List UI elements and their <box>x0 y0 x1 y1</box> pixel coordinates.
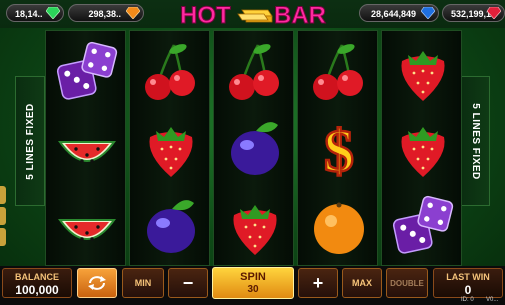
logo-word-2: BAR <box>274 2 326 28</box>
lines-fixed-right: 5 LINES FIXED <box>460 76 490 206</box>
jackpot-3-value: 28,644,849 <box>370 9 416 19</box>
side-tab[interactable] <box>0 228 6 246</box>
lines-fixed-right-label: 5 LINES FIXED <box>469 102 481 180</box>
reel-3 <box>213 30 294 266</box>
strawberry-icon <box>130 109 211 187</box>
balance-panel: BALANCE 100,000 <box>2 268 72 298</box>
max-bet-button[interactable]: MAX <box>342 268 382 298</box>
double-label: DOUBLE <box>390 278 424 288</box>
plus-icon: + <box>312 272 324 293</box>
side-tab[interactable] <box>0 207 6 225</box>
orange-icon <box>298 187 379 265</box>
last-win-value: 0 <box>464 283 472 297</box>
bet-value: 30 <box>247 284 259 295</box>
spin-label: SPIN <box>240 271 266 283</box>
ruby-gem-icon <box>487 7 501 19</box>
reel-5 <box>381 30 462 266</box>
minus-icon: − <box>182 272 194 293</box>
jackpot-2: 298,38.. <box>68 4 144 22</box>
emerald-gem-icon <box>46 7 60 19</box>
watermelon-icon <box>46 109 127 187</box>
dollar-icon: $ <box>298 109 379 187</box>
version-label: V0... <box>486 297 499 303</box>
balance-label: BALANCE <box>15 272 59 282</box>
refresh-icon <box>88 276 106 290</box>
side-tab[interactable] <box>0 186 6 204</box>
cherry-icon <box>298 33 379 111</box>
strawberry-icon <box>214 187 295 265</box>
plum-icon <box>214 109 295 187</box>
watermelon-icon <box>46 187 127 265</box>
strawberry-icon <box>382 109 463 187</box>
amber-gem-icon <box>126 7 140 19</box>
lines-fixed-left-label: 5 LINES FIXED <box>24 102 36 180</box>
max-bet-label: MAX <box>352 278 372 288</box>
game-logo: HOT BAR <box>180 2 327 29</box>
reel-2 <box>129 30 210 266</box>
jackpot-1: 18,14.. <box>6 4 64 22</box>
decrease-bet-button[interactable]: − <box>168 268 208 298</box>
reel-1 <box>45 30 126 266</box>
increase-bet-button[interactable]: + <box>298 268 338 298</box>
balance-value: 100,000 <box>15 283 59 297</box>
dice-icon <box>382 187 463 265</box>
last-win-label: LAST WIN <box>446 272 490 282</box>
min-bet-button[interactable]: MIN <box>122 268 164 298</box>
cherry-icon <box>214 33 295 111</box>
min-bet-label: MIN <box>134 278 152 288</box>
jackpot-4: 532,199,1.. <box>442 4 505 22</box>
reels-area: $ <box>45 30 462 266</box>
lines-fixed-left: 5 LINES FIXED <box>15 76 45 206</box>
logo-word-1: HOT <box>180 2 231 28</box>
session-id: ID: 0 <box>461 297 474 303</box>
sapphire-gem-icon <box>421 7 435 19</box>
side-menu-tabs[interactable] <box>0 186 6 250</box>
autoplay-button[interactable] <box>77 268 117 298</box>
last-win-panel: LAST WIN 0 <box>433 268 503 298</box>
jackpot-3: 28,644,849 <box>359 4 439 22</box>
double-button[interactable]: DOUBLE <box>386 268 428 298</box>
reel-4: $ <box>297 30 378 266</box>
dice-icon <box>46 33 127 111</box>
jackpot-1-value: 18,14.. <box>15 9 43 19</box>
gold-bar-icon <box>237 9 273 23</box>
plum-icon <box>130 187 211 265</box>
cherry-icon <box>130 33 211 111</box>
jackpot-2-value: 298,38.. <box>88 9 121 19</box>
svg-text:$: $ <box>324 118 354 181</box>
spin-button[interactable]: SPIN 30 <box>212 267 294 299</box>
strawberry-icon <box>382 33 463 111</box>
